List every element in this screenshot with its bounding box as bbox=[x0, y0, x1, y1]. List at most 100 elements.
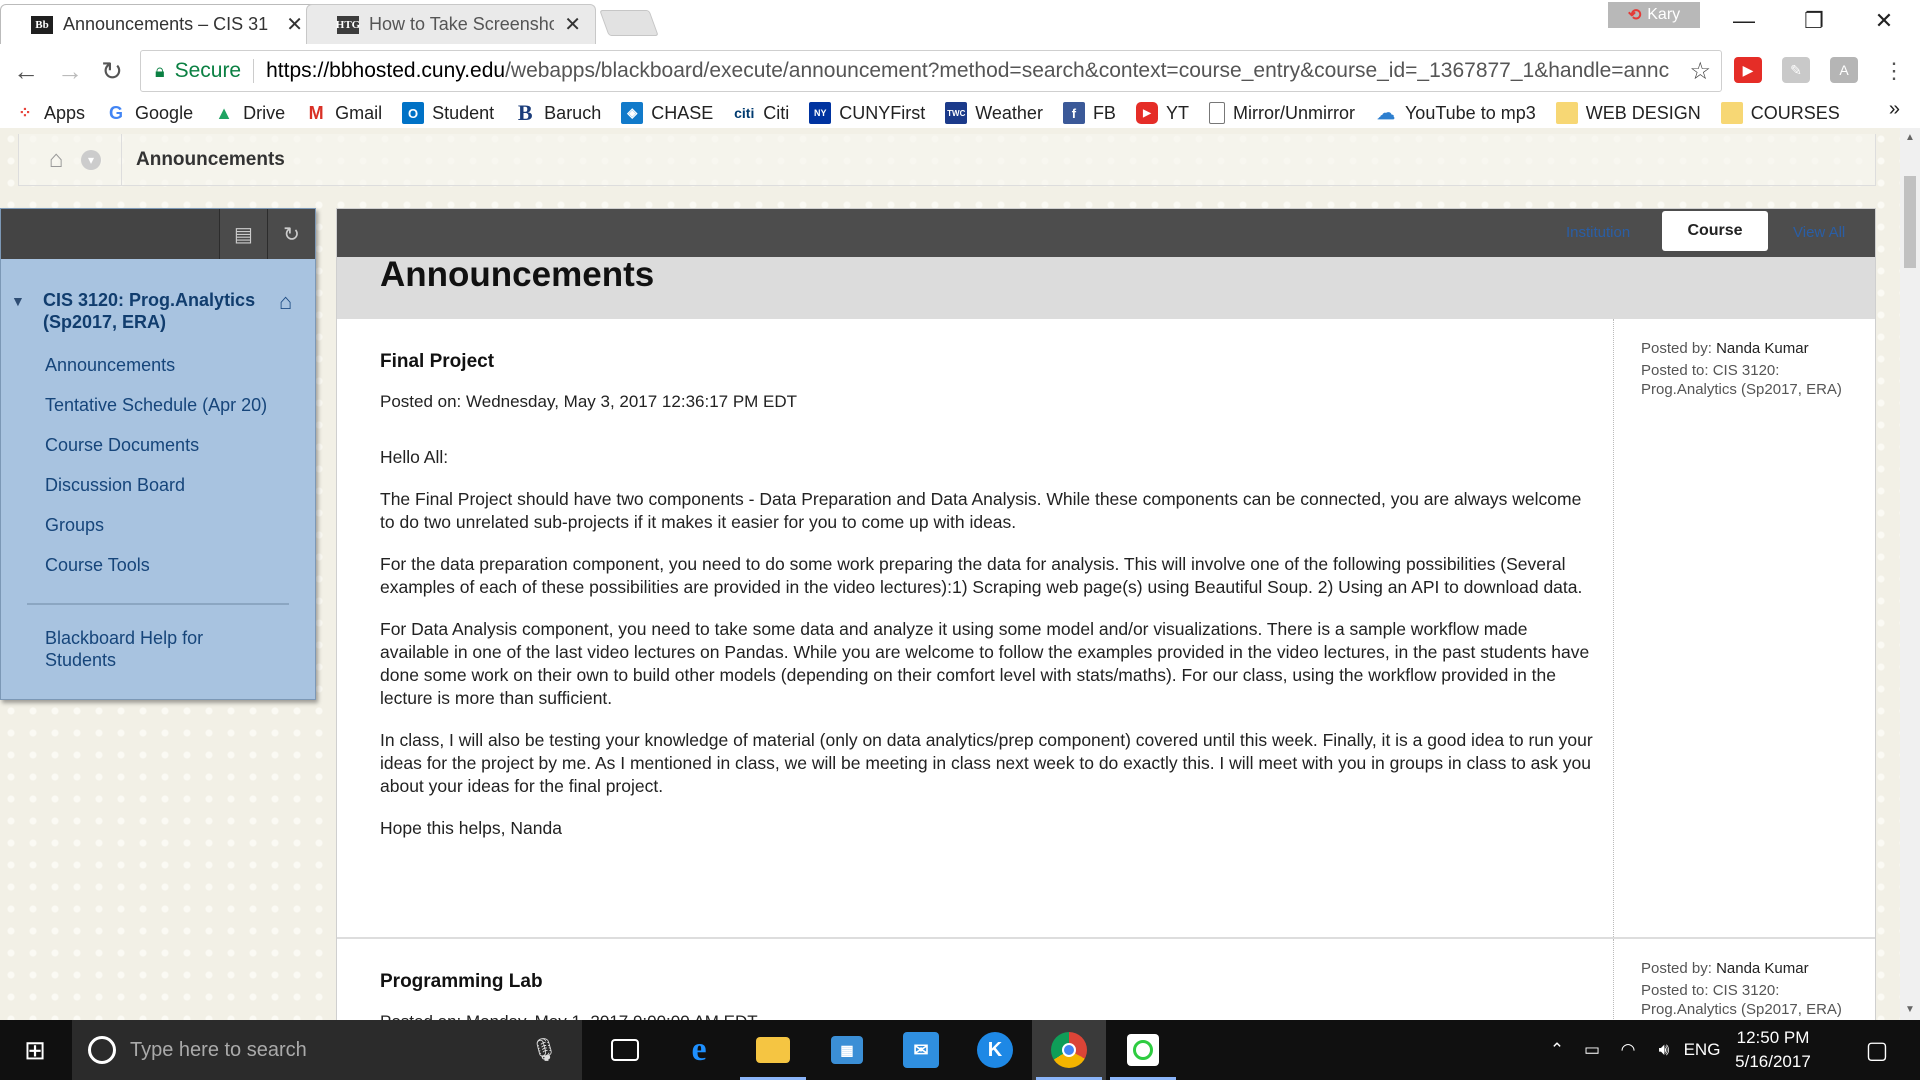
bookmark-chase[interactable]: ◈ CHASE bbox=[621, 102, 713, 124]
chevron-down-icon[interactable]: ▾ bbox=[81, 149, 101, 170]
control-panel-icon[interactable]: ▦ bbox=[810, 1020, 884, 1080]
k-app-icon[interactable]: K bbox=[958, 1020, 1032, 1080]
taskbar-search-placeholder: Type here to search bbox=[130, 1038, 307, 1061]
menu-item-discussion-board[interactable]: Discussion Board bbox=[45, 465, 315, 505]
url-text[interactable]: https://bbhosted.cuny.edu/webapps/blackb… bbox=[266, 59, 1689, 83]
translate-extension-icon[interactable]: A bbox=[1830, 57, 1858, 83]
posted-by-value: Nanda Kumar bbox=[1716, 340, 1809, 357]
bookmarks-overflow-button[interactable]: » bbox=[1889, 98, 1900, 121]
folder-view-icon[interactable]: ▤ bbox=[219, 209, 267, 259]
announcement-paragraph: Hope this helps, Nanda bbox=[380, 818, 562, 838]
scroll-up-icon[interactable]: ▲ bbox=[1900, 128, 1920, 148]
minimize-icon[interactable]: — bbox=[1714, 4, 1774, 38]
bookmark-star-icon[interactable]: ☆ bbox=[1689, 57, 1711, 86]
tab-view-all[interactable]: View All bbox=[1793, 209, 1845, 257]
bookmark-label: Baruch bbox=[544, 102, 602, 123]
taskbar-clock[interactable]: 12:50 PM 5/16/2017 bbox=[1718, 1026, 1828, 1074]
greenshot-icon[interactable] bbox=[1106, 1020, 1180, 1080]
taskbar-search-box[interactable]: Type here to search 🎙︎ bbox=[72, 1020, 582, 1080]
scroll-down-icon[interactable]: ▼ bbox=[1900, 1000, 1920, 1020]
language-indicator[interactable]: ENG bbox=[1682, 1020, 1722, 1080]
bookmark-courses[interactable]: COURSES bbox=[1720, 102, 1840, 124]
bookmark-fb[interactable]: f FB bbox=[1062, 102, 1116, 124]
bookmark-weather[interactable]: TWC Weather bbox=[945, 102, 1043, 124]
back-icon[interactable]: ← bbox=[8, 54, 44, 88]
bookmark-youtube-to-mp3[interactable]: ☁ YouTube to mp3 bbox=[1375, 102, 1536, 124]
task-view-icon[interactable] bbox=[588, 1020, 662, 1080]
chrome-icon[interactable] bbox=[1032, 1020, 1106, 1080]
menu-item-course-tools[interactable]: Course Tools bbox=[45, 545, 315, 585]
photos-app-icon[interactable]: ✉ bbox=[884, 1020, 958, 1080]
tab-institution[interactable]: Institution bbox=[1566, 209, 1630, 257]
address-bar[interactable]: 🔒︎ Secure https://bbhosted.cuny.edu/weba… bbox=[140, 50, 1722, 92]
htg-favicon-icon: HTG bbox=[336, 15, 360, 34]
bookmark-student[interactable]: O Student bbox=[402, 102, 494, 124]
profile-icon: ⟲ bbox=[1627, 7, 1642, 24]
posted-by-label: Posted by: bbox=[1641, 960, 1712, 977]
posted-by: Posted by: Nanda Kumar bbox=[1641, 339, 1855, 358]
posted-to-label: Posted to: bbox=[1641, 362, 1709, 379]
file-explorer-icon[interactable] bbox=[736, 1020, 810, 1080]
windows-start-icon[interactable]: ⊞ bbox=[0, 1020, 70, 1080]
divider bbox=[27, 603, 289, 605]
action-center-icon[interactable]: ▢ bbox=[1852, 1020, 1902, 1080]
page-scrollbar[interactable]: ▲ ▼ bbox=[1900, 128, 1920, 1020]
bookmark-mirror-unmirror[interactable]: Mirror/Unmirror bbox=[1208, 102, 1355, 124]
forward-icon[interactable]: → bbox=[52, 54, 88, 88]
bookmark-web-design[interactable]: WEB DESIGN bbox=[1555, 102, 1701, 124]
page-title: Announcements bbox=[337, 257, 1875, 319]
refresh-icon[interactable]: ↻ bbox=[267, 209, 315, 259]
bookmark-citi[interactable]: citi Citi bbox=[733, 102, 789, 124]
wifi-icon[interactable]: ◠ bbox=[1610, 1020, 1646, 1080]
announcement-title: Final Project bbox=[380, 351, 495, 372]
menu-item-announcements[interactable]: Announcements bbox=[45, 345, 315, 385]
cunyfirst-icon: NY bbox=[809, 102, 832, 124]
blackboard-help-link[interactable]: Blackboard Help for Students bbox=[45, 627, 265, 671]
announcement-item: Programming Lab Posted on: Monday, May 1… bbox=[337, 939, 1875, 1020]
bookmark-cunyfirst[interactable]: NY CUNYFirst bbox=[809, 102, 925, 124]
bookmark-label: Gmail bbox=[335, 102, 383, 123]
course-home-icon[interactable]: ⌂ bbox=[279, 289, 292, 333]
close-tab-icon[interactable]: ✕ bbox=[286, 12, 303, 37]
bookmark-label: YT bbox=[1165, 102, 1189, 123]
chrome-menu-icon[interactable]: ⋮ bbox=[1876, 54, 1912, 88]
bookmark-gmail[interactable]: M Gmail bbox=[305, 102, 383, 124]
bookmark-baruch[interactable]: B Baruch bbox=[514, 100, 602, 125]
course-menu-panel: ▤ ↻ ▼ CIS 3120: Prog.Analytics (Sp2017, … bbox=[0, 208, 316, 700]
pdf-extension-icon[interactable]: ✎ bbox=[1782, 57, 1810, 83]
menu-item-groups[interactable]: Groups bbox=[45, 505, 315, 545]
menu-item-tentative-schedule[interactable]: Tentative Schedule (Apr 20) bbox=[45, 385, 315, 425]
bookmark-yt[interactable]: ▶ YT bbox=[1135, 102, 1189, 124]
show-hidden-icons-icon[interactable]: ⌃ bbox=[1540, 1020, 1574, 1080]
scrollbar-thumb[interactable] bbox=[1904, 176, 1916, 268]
volume-icon[interactable]: 🔊︎ bbox=[1646, 1020, 1682, 1080]
profile-button[interactable]: ⟲ Kary bbox=[1608, 2, 1700, 28]
close-tab-icon[interactable]: ✕ bbox=[564, 12, 581, 37]
edge-icon[interactable]: e bbox=[662, 1020, 736, 1080]
profile-name: Kary bbox=[1647, 6, 1681, 23]
restore-icon[interactable]: ❐ bbox=[1784, 4, 1844, 38]
bookmark-label: Citi bbox=[763, 102, 790, 123]
folder-icon bbox=[1720, 102, 1743, 124]
bookmark-google[interactable]: G Google bbox=[105, 102, 193, 124]
home-icon[interactable]: ⌂ bbox=[31, 146, 81, 174]
collapse-triangle-icon[interactable]: ▼ bbox=[11, 293, 43, 333]
reload-icon[interactable]: ↻ bbox=[94, 54, 130, 88]
bookmark-apps[interactable]: ⁘ Apps bbox=[14, 102, 85, 124]
weather-channel-icon: TWC bbox=[945, 102, 968, 124]
close-window-icon[interactable]: ✕ bbox=[1854, 4, 1914, 38]
announcement-paragraph: The Final Project should have two compon… bbox=[380, 489, 1582, 532]
course-name[interactable]: CIS 3120: Prog.Analytics (Sp2017, ERA) bbox=[43, 289, 279, 333]
chase-icon: ◈ bbox=[621, 102, 644, 124]
bookmark-drive[interactable]: ▲ Drive bbox=[213, 102, 285, 124]
bookmark-label: FB bbox=[1092, 102, 1116, 123]
youtube-extension-icon[interactable]: ▶ bbox=[1734, 57, 1762, 83]
battery-icon[interactable]: ▭ bbox=[1574, 1020, 1610, 1080]
menu-item-course-documents[interactable]: Course Documents bbox=[45, 425, 315, 465]
new-tab-button[interactable] bbox=[599, 10, 659, 36]
microphone-icon[interactable]: 🎙︎ bbox=[530, 1037, 558, 1063]
tab-announcements[interactable]: Bb Announcements – CIS 31 ✕ bbox=[0, 4, 318, 44]
tab-course[interactable]: Course bbox=[1662, 211, 1768, 251]
tab-how-to-take-screenshots[interactable]: HTG How to Take Screenshots ✕ bbox=[306, 4, 596, 44]
announcement-title: Programming Lab bbox=[380, 971, 543, 992]
